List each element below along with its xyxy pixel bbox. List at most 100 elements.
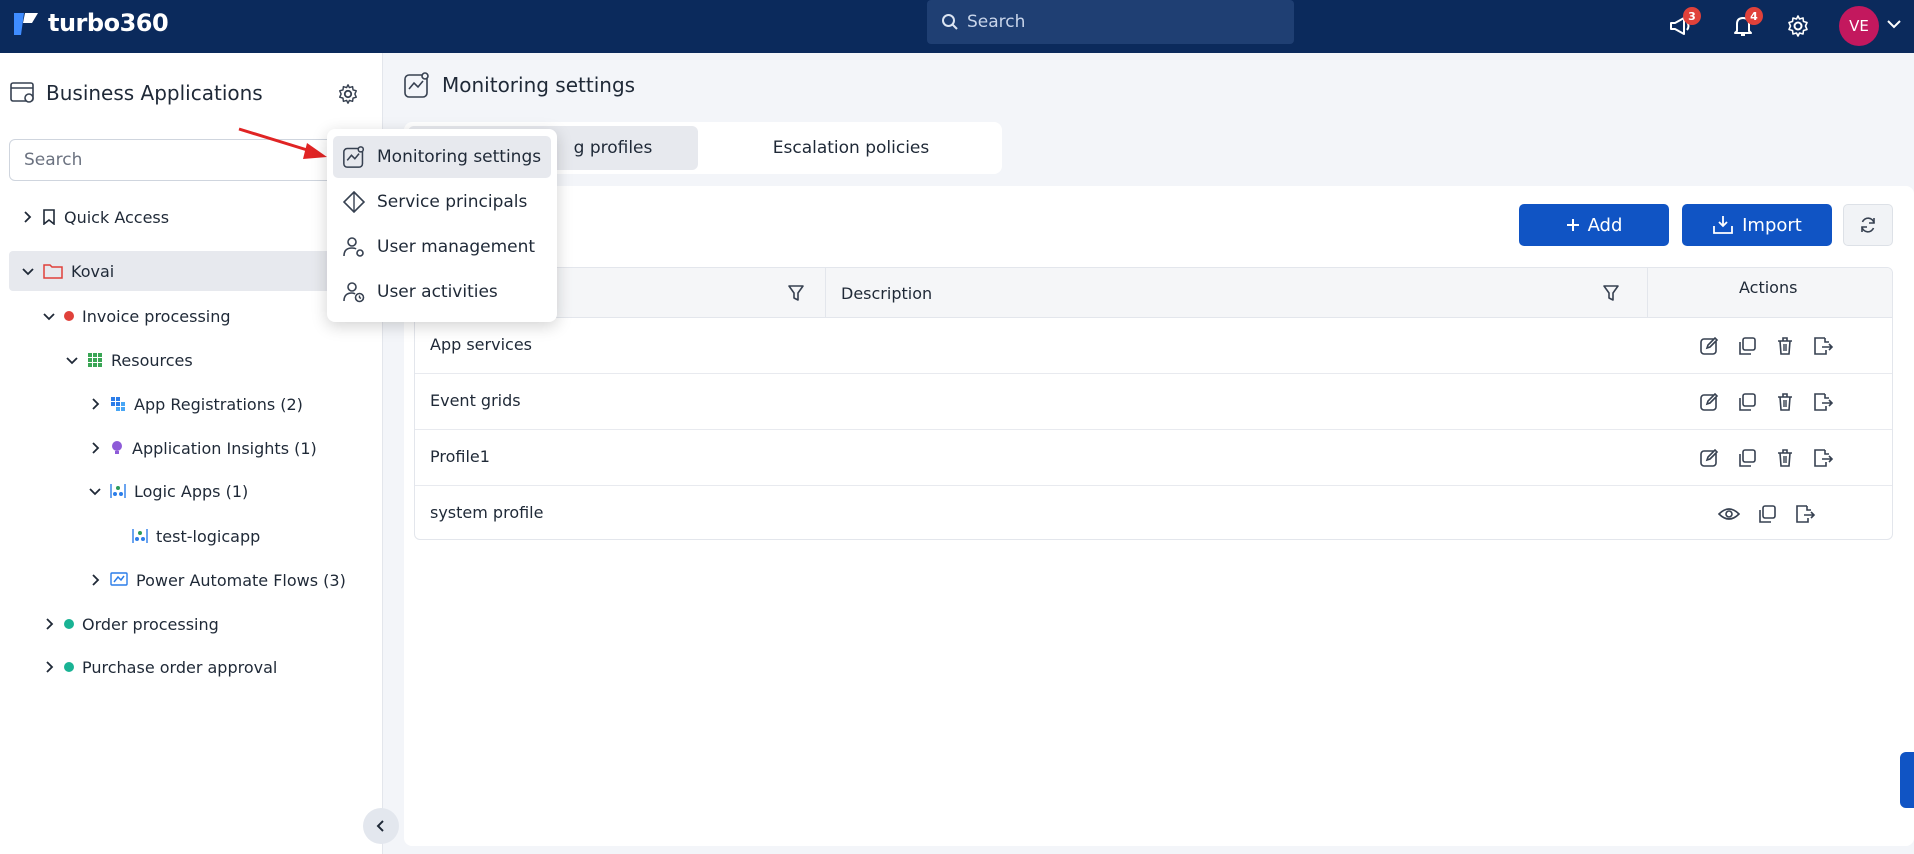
brand-logo[interactable]: turbo360 [12, 9, 169, 37]
menu-item-service-principals[interactable]: Service principals [333, 181, 551, 223]
edit-button[interactable] [1697, 446, 1721, 470]
view-button[interactable] [1717, 502, 1741, 526]
table-row[interactable]: Event grids [415, 374, 1892, 430]
tree-item-application-insights[interactable]: Application Insights (1) [88, 428, 317, 468]
side-feedback-tab[interactable] [1900, 752, 1914, 808]
user-settings-icon [343, 237, 364, 257]
export-button[interactable] [1811, 334, 1835, 358]
row-actions [1697, 390, 1835, 414]
tree-item-quick-access[interactable]: Quick Access [20, 197, 169, 237]
chevron-down-icon[interactable] [65, 353, 79, 367]
diamond-icon [343, 191, 365, 213]
tree-label: Power Automate Flows (3) [136, 570, 346, 590]
tree-item-kovai[interactable]: Kovai [9, 251, 377, 291]
menu-item-user-management[interactable]: User management [333, 226, 551, 268]
chevron-down-icon[interactable] [88, 484, 102, 498]
copy-button[interactable] [1735, 446, 1759, 470]
menu-item-user-activities[interactable]: User activities [333, 271, 551, 313]
chevron-down-icon[interactable] [42, 309, 56, 323]
copy-button[interactable] [1735, 334, 1759, 358]
page-title: Monitoring settings [404, 72, 635, 98]
user-avatar[interactable]: VE [1839, 6, 1879, 46]
tree-item-test-logicapp[interactable]: test-logicapp [132, 516, 260, 556]
menu-item-label: User activities [377, 282, 498, 302]
import-icon [1713, 216, 1734, 234]
tree-item-app-registrations[interactable]: App Registrations (2) [88, 384, 303, 424]
table-row[interactable]: system profile [415, 486, 1892, 539]
notifications-badge: 4 [1745, 7, 1763, 25]
announcements-badge: 3 [1683, 7, 1701, 25]
delete-button[interactable] [1773, 446, 1797, 470]
export-button[interactable] [1793, 502, 1817, 526]
monitoring-settings-icon [404, 72, 429, 98]
profiles-table: Description Actions App services Event g… [414, 267, 1893, 540]
chevron-right-icon[interactable] [20, 210, 34, 224]
chevron-right-icon[interactable] [42, 660, 56, 674]
eye-icon [1718, 508, 1740, 520]
edit-button[interactable] [1697, 334, 1721, 358]
tree-item-power-automate-flows[interactable]: Power Automate Flows (3) [88, 560, 346, 600]
settings-button[interactable] [1782, 10, 1814, 42]
filter-icon [788, 285, 804, 301]
chevron-down-icon[interactable] [1884, 14, 1904, 34]
table-row[interactable]: Profile1 [415, 430, 1892, 486]
tree-label: Order processing [82, 614, 219, 634]
copy-button[interactable] [1755, 502, 1779, 526]
tree-item-invoice-processing[interactable]: Invoice processing [42, 296, 231, 336]
sidebar-settings-gear-icon[interactable] [337, 83, 359, 105]
copy-icon [1739, 393, 1756, 411]
tree-label: Application Insights (1) [132, 438, 317, 458]
menu-item-monitoring-settings[interactable]: Monitoring settings [333, 136, 551, 178]
search-icon [942, 14, 958, 30]
delete-button[interactable] [1773, 390, 1797, 414]
global-search-input[interactable] [967, 12, 1267, 32]
brand-name: turbo360 [48, 9, 169, 37]
tab-escalation-policies[interactable]: Escalation policies [704, 126, 998, 170]
tree-label: test-logicapp [156, 526, 261, 546]
tree-item-logic-apps[interactable]: Logic Apps (1) [88, 471, 248, 511]
edit-button[interactable] [1697, 390, 1721, 414]
row-actions [1697, 446, 1835, 470]
status-dot-green [64, 619, 74, 629]
edit-icon [1700, 336, 1719, 355]
business-apps-icon [10, 82, 34, 103]
power-automate-icon [110, 572, 128, 586]
chevron-right-icon[interactable] [88, 573, 102, 587]
refresh-button[interactable] [1843, 204, 1893, 246]
notifications-button[interactable]: 4 [1727, 7, 1763, 42]
description-filter-button[interactable] [1602, 268, 1620, 318]
sidebar-header: Business Applications [10, 81, 263, 105]
annotation-arrow-icon [238, 127, 327, 159]
tree-item-resources[interactable]: Resources [65, 340, 193, 380]
chevron-down-icon[interactable] [21, 264, 35, 278]
import-button[interactable]: Import [1682, 204, 1832, 246]
profile-name: system profile [430, 503, 544, 522]
refresh-icon [1861, 217, 1875, 233]
export-button[interactable] [1811, 390, 1835, 414]
column-header-description: Description [841, 283, 933, 303]
table-row[interactable]: App services [415, 318, 1892, 374]
chevron-left-icon [376, 820, 384, 832]
turbo360-logo-icon [14, 13, 38, 35]
export-icon [1814, 337, 1834, 355]
menu-item-label: Monitoring settings [377, 147, 542, 167]
tree-item-purchase-order-approval[interactable]: Purchase order approval [42, 647, 277, 687]
export-icon [1796, 505, 1816, 523]
status-dot-green [64, 662, 74, 672]
tree-item-order-processing[interactable]: Order processing [42, 604, 219, 644]
export-icon [1814, 449, 1834, 467]
chevron-right-icon[interactable] [42, 617, 56, 631]
global-search[interactable] [927, 0, 1294, 44]
add-button[interactable]: Add [1519, 204, 1669, 246]
tree-label: Quick Access [64, 207, 170, 227]
collapse-sidebar-button[interactable] [363, 808, 399, 844]
chevron-right-icon[interactable] [88, 397, 102, 411]
tree-label: Resources [111, 350, 193, 370]
export-button[interactable] [1811, 446, 1835, 470]
delete-button[interactable] [1773, 334, 1797, 358]
name-filter-button[interactable] [787, 268, 805, 318]
sidebar-title: Business Applications [46, 81, 263, 105]
chevron-right-icon[interactable] [88, 441, 102, 455]
announcements-button[interactable]: 3 [1665, 7, 1701, 42]
copy-button[interactable] [1735, 390, 1759, 414]
